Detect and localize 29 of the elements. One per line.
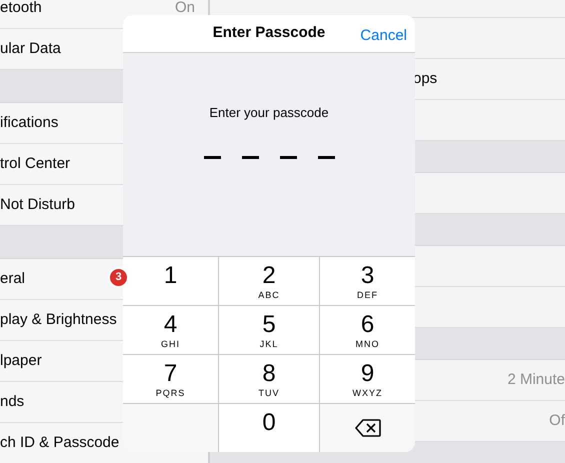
keypad-key[interactable]: 4 GHI bbox=[123, 305, 219, 354]
keypad-key[interactable]: 5 JKL bbox=[219, 305, 320, 354]
dialog-title: Enter Passcode bbox=[212, 23, 326, 44]
settings-item-label[interactable]: ifications bbox=[0, 112, 58, 134]
keypad-key[interactable]: 6 MNO bbox=[320, 305, 415, 354]
keypad-key[interactable]: 1 bbox=[123, 256, 219, 305]
settings-item-label[interactable]: nds bbox=[0, 390, 24, 414]
cancel-button[interactable]: Cancel bbox=[360, 25, 407, 48]
setting-value: 2 Minute bbox=[507, 370, 565, 390]
settings-item-label[interactable]: lpaper bbox=[0, 350, 42, 372]
keypad-key[interactable]: 7 PQRS bbox=[123, 354, 219, 403]
settings-item-label[interactable]: ch ID & Passcode bbox=[0, 432, 120, 454]
notification-badge: 3 bbox=[108, 267, 129, 288]
settings-item-label[interactable]: play & Brightness bbox=[0, 308, 117, 332]
settings-item-label[interactable]: Not Disturb bbox=[0, 194, 76, 216]
keypad-key[interactable]: 3 DEF bbox=[320, 256, 415, 305]
passcode-prompt: Enter your passcode bbox=[209, 104, 329, 122]
settings-item-label[interactable]: trol Center bbox=[0, 152, 70, 176]
setting-value: On bbox=[174, 0, 195, 18]
keypad-key[interactable]: 9 WXYZ bbox=[320, 354, 415, 403]
settings-item-label[interactable]: etooth bbox=[0, 0, 42, 20]
setting-value: Of bbox=[549, 410, 565, 431]
keypad-key[interactable]: 0 bbox=[219, 403, 320, 452]
delete-key[interactable] bbox=[320, 403, 415, 452]
keypad-key[interactable]: 8 TUV bbox=[219, 354, 320, 403]
keypad-key[interactable]: 2 ABC bbox=[219, 256, 320, 305]
settings-item-label[interactable]: ular Data bbox=[0, 38, 61, 60]
delete-icon bbox=[354, 419, 380, 437]
settings-item-label[interactable]: eral bbox=[0, 268, 26, 290]
